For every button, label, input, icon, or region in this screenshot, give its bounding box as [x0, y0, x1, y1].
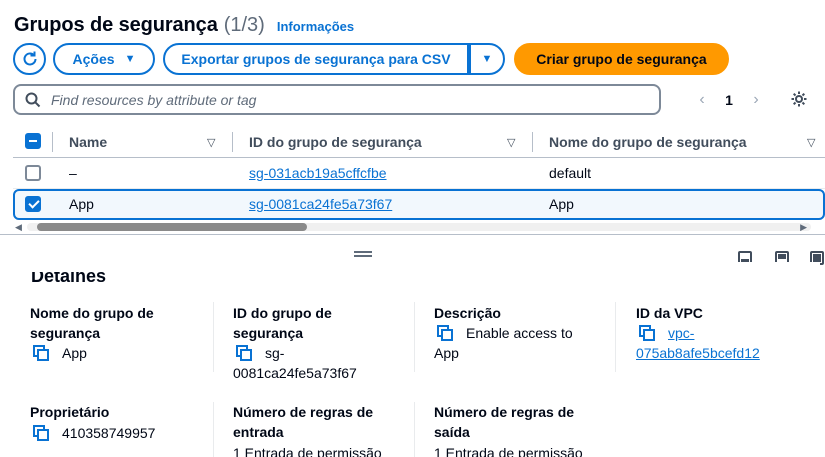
scroll-left-arrow-icon[interactable]: ◀	[15, 222, 22, 233]
column-header-name[interactable]: Name	[69, 134, 107, 150]
details-panel: Detalhes Nome do grupo de segurança App …	[10, 262, 820, 457]
cell-name: App	[69, 196, 94, 212]
pagination: ‹ 1 ›	[692, 88, 766, 112]
owner-label: Proprietário	[30, 404, 110, 420]
column-divider	[414, 302, 415, 372]
copy-icon[interactable]	[33, 345, 49, 361]
copy-icon[interactable]	[437, 325, 453, 341]
search-icon	[25, 92, 41, 107]
inbound-rules-label: Número de regras de	[233, 404, 374, 420]
split-panel-divider	[0, 234, 825, 235]
table-row-selected[interactable]: App sg-0081ca24fe5a73f67 App	[13, 189, 825, 220]
cell-group-name: default	[549, 165, 592, 181]
group-id-value-cont: 0081ca24fe5a73f67	[233, 365, 357, 381]
sort-icon[interactable]: ▽	[807, 136, 815, 149]
vpc-id-label: ID da VPC	[636, 305, 703, 321]
caret-down-icon: ▼	[481, 53, 493, 65]
column-divider[interactable]	[532, 132, 533, 152]
table-row[interactable]: – sg-031acb19a5cffcfbe default	[13, 158, 825, 189]
group-name-label: Nome do grupo de	[30, 305, 154, 321]
column-header-group-name[interactable]: Nome do grupo de segurança	[549, 134, 747, 150]
actions-dropdown-button[interactable]: Ações ▼	[53, 43, 155, 75]
selection-count: (1/3)	[223, 14, 265, 36]
search-placeholder: Find resources by attribute or tag	[51, 91, 257, 108]
group-name-value: App	[62, 345, 87, 361]
outbound-rules-label: Número de regras de	[434, 404, 575, 420]
column-divider	[52, 132, 53, 152]
info-link[interactable]: Informações	[277, 19, 354, 34]
owner-value: 410358749957	[62, 425, 156, 441]
sort-icon[interactable]: ▽	[507, 136, 515, 149]
description-label: Descrição	[434, 305, 501, 321]
select-all-checkbox[interactable]	[25, 133, 41, 149]
page-header: Grupos de segurança (1/3) Informações	[14, 14, 354, 42]
create-security-group-button[interactable]: Criar grupo de segurança	[514, 43, 729, 75]
drag-handle-icon[interactable]	[354, 251, 372, 257]
description-value: Enable access to	[466, 325, 573, 341]
security-groups-table: Name ▽ ID do grupo de segurança ▽ Nome d…	[13, 126, 825, 220]
chevron-left-icon[interactable]: ‹	[692, 91, 712, 109]
cell-name: –	[69, 165, 77, 181]
search-input[interactable]: Find resources by attribute or tag	[13, 84, 661, 115]
copy-icon[interactable]	[236, 345, 252, 361]
vpc-id-link-cont[interactable]: 075ab8afe5bcefd12	[636, 343, 760, 363]
group-name-label-cont: segurança	[30, 325, 101, 341]
scroll-thumb[interactable]	[37, 223, 307, 231]
export-dropdown-button[interactable]: ▼	[469, 43, 505, 75]
page-number[interactable]: 1	[712, 92, 746, 108]
group-id-value: sg-	[265, 345, 285, 361]
row-checkbox[interactable]	[25, 165, 41, 181]
column-divider	[213, 402, 214, 457]
export-label: Exportar grupos de segurança para CSV	[181, 51, 451, 67]
column-divider	[414, 402, 415, 457]
page-title: Grupos de segurança	[14, 14, 218, 36]
details-scroll-clip	[10, 262, 820, 272]
caret-down-icon: ▼	[124, 53, 136, 65]
column-divider	[615, 302, 616, 372]
sort-icon[interactable]: ▽	[207, 136, 215, 149]
create-label: Criar grupo de segurança	[536, 51, 707, 67]
refresh-button[interactable]	[13, 43, 46, 75]
copy-icon[interactable]	[639, 325, 655, 341]
vpc-id-link[interactable]: vpc-	[668, 323, 694, 343]
horizontal-scrollbar[interactable]: ◀ ▶	[13, 222, 825, 232]
column-divider	[213, 302, 214, 372]
group-id-label-cont: segurança	[233, 325, 304, 341]
chevron-right-icon[interactable]: ›	[746, 91, 766, 109]
copy-icon[interactable]	[33, 425, 49, 441]
column-header-group-id[interactable]: ID do grupo de segurança	[249, 134, 422, 150]
inbound-rules-label-cont: entrada	[233, 424, 284, 440]
cell-group-id-link[interactable]: sg-0081ca24fe5a73f67	[249, 196, 392, 212]
actions-label: Ações	[72, 51, 115, 67]
description-value-cont: App	[434, 345, 459, 361]
outbound-rules-value: 1 Entrada de permissão	[434, 445, 583, 457]
gear-icon[interactable]	[789, 89, 809, 109]
cell-group-name: App	[549, 196, 574, 212]
outbound-rules-label-cont: saída	[434, 424, 470, 440]
group-id-label: ID do grupo de	[233, 305, 332, 321]
column-divider[interactable]	[232, 132, 233, 152]
export-csv-button[interactable]: Exportar grupos de segurança para CSV	[163, 43, 469, 75]
cell-group-id-link[interactable]: sg-031acb19a5cffcfbe	[249, 165, 387, 181]
row-checkbox[interactable]	[25, 196, 41, 212]
scroll-right-arrow-icon[interactable]: ▶	[800, 222, 807, 233]
table-header: Name ▽ ID do grupo de segurança ▽ Nome d…	[13, 126, 825, 158]
inbound-rules-value: 1 Entrada de permissão	[233, 445, 382, 457]
refresh-icon	[23, 51, 36, 66]
